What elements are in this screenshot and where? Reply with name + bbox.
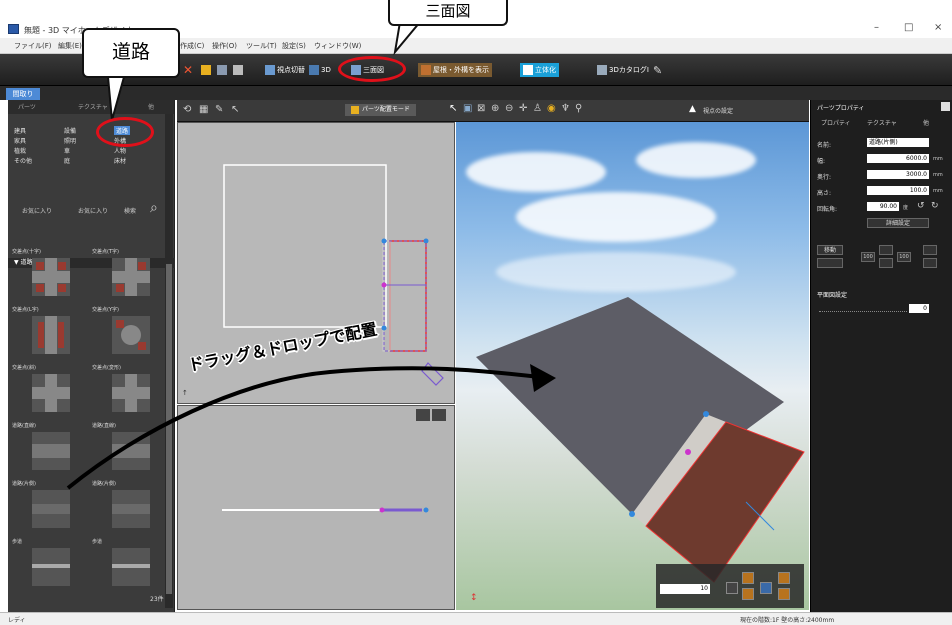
drag-arrow-path: [66, 366, 549, 490]
annotation-overlay: [66, 21, 556, 490]
sanmen-callout-tail: [393, 21, 423, 56]
road-highlight-ring: [96, 117, 154, 147]
sanmen-highlight-ring: [338, 56, 406, 82]
sanmen-callout: 三面図: [388, 0, 508, 26]
drag-arrow-head: [530, 364, 556, 392]
road-callout-tail: [106, 76, 126, 121]
